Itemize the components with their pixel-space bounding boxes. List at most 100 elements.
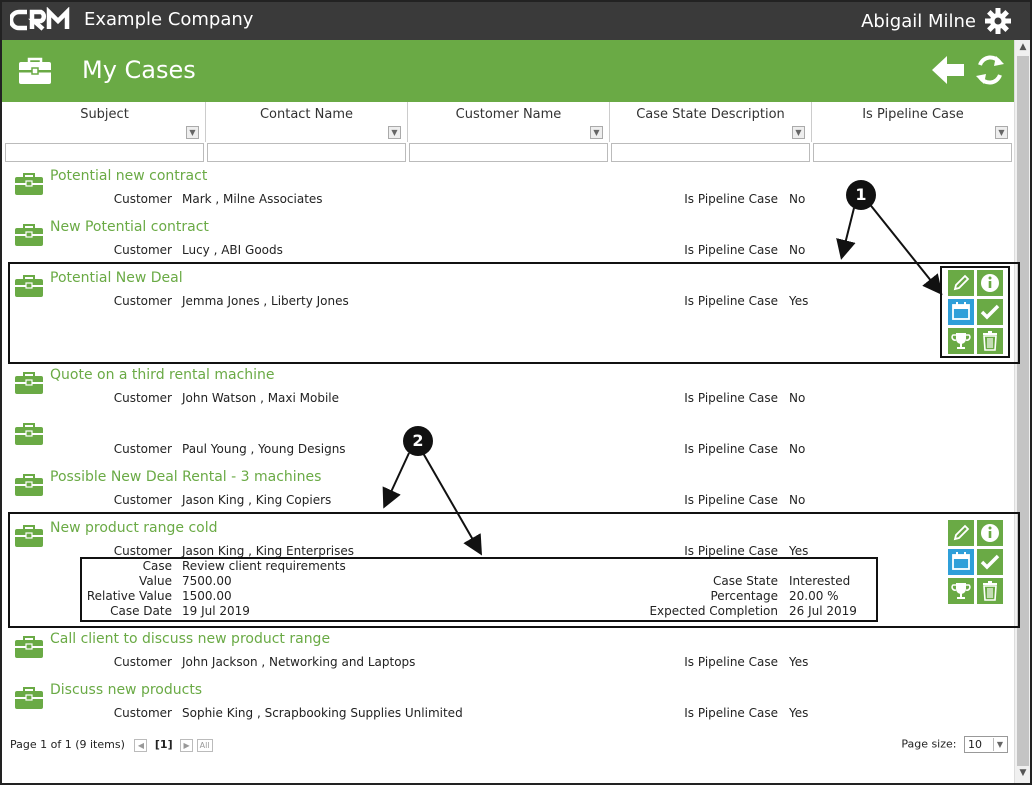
column-label: Contact Name [259, 107, 354, 122]
filter-dropdown-icon[interactable]: ▼ [590, 126, 603, 139]
customer-label: Customer [113, 493, 172, 507]
pipeline-label: Is Pipeline Case [684, 391, 778, 405]
case-row[interactable]: Customer Paul Young , Young Designs Is P… [10, 415, 1010, 465]
subject-filter-input[interactable] [5, 143, 204, 162]
customer-label: Customer [113, 706, 172, 720]
crm-logo [10, 7, 70, 31]
case-subject[interactable]: Quote on a third rental machine [50, 367, 275, 383]
pipeline-label: Is Pipeline Case [684, 192, 778, 206]
customer-label: Customer [113, 391, 172, 405]
pipeline-filter-input[interactable] [813, 143, 1012, 162]
info-icon[interactable] [977, 270, 1003, 296]
case-subject[interactable]: Call client to discuss new product range [50, 631, 330, 647]
page-header: My Cases [2, 40, 1014, 102]
case-state-filter-input[interactable] [611, 143, 810, 162]
customer-filter-input[interactable] [409, 143, 608, 162]
pipeline-value: No [789, 493, 806, 507]
customer-value: Lucy , ABI Goods [182, 243, 283, 257]
customer-label: Customer [113, 655, 172, 669]
pipeline-value: Yes [789, 655, 809, 669]
briefcase-icon [15, 173, 43, 195]
customer-value: Mark , Milne Associates [182, 192, 323, 206]
user-name[interactable]: Abigail Milne [861, 11, 976, 32]
briefcase-icon [19, 57, 51, 84]
column-contact-name[interactable]: Contact Name ▼ [206, 102, 408, 142]
contact-filter-input[interactable] [207, 143, 406, 162]
briefcase-icon [15, 687, 43, 709]
pipeline-value: No [789, 243, 806, 257]
page-size-control: Page size: 10 ▼ [901, 736, 1008, 753]
customer-value: Sophie King , Scrapbooking Supplies Unli… [182, 706, 463, 720]
trophy-icon[interactable] [948, 578, 974, 604]
row-actions [948, 270, 1006, 356]
edit-icon[interactable] [948, 520, 974, 546]
calendar-icon[interactable] [948, 549, 974, 575]
case-row[interactable]: Quote on a third rental machine Customer… [10, 364, 1010, 414]
pipeline-value: No [789, 442, 806, 456]
pipeline-label: Is Pipeline Case [684, 493, 778, 507]
highlight-box-row [8, 262, 1020, 364]
filter-dropdown-icon[interactable]: ▼ [792, 126, 805, 139]
customer-label: Customer [113, 192, 172, 206]
column-label: Case State Description [636, 107, 785, 122]
trophy-icon[interactable] [948, 328, 974, 354]
page-size-label: Page size: [901, 737, 957, 751]
filter-dropdown-icon[interactable]: ▼ [186, 126, 199, 139]
case-subject[interactable]: Possible New Deal Rental - 3 machines [50, 469, 321, 485]
refresh-icon[interactable] [974, 53, 1006, 87]
edit-icon[interactable] [948, 270, 974, 296]
check-icon[interactable] [977, 549, 1003, 575]
chevron-down-icon[interactable]: ▼ [993, 738, 1006, 751]
app-window: Example Company Abigail Milne My Cases ▲… [0, 0, 1032, 785]
company-name: Example Company [84, 9, 254, 30]
row-actions [948, 520, 1006, 606]
scroll-up-icon[interactable]: ▲ [1018, 42, 1028, 52]
column-customer-name[interactable]: Customer Name ▼ [408, 102, 610, 142]
case-row[interactable]: Possible New Deal Rental - 3 machines Cu… [10, 466, 1010, 516]
trash-icon[interactable] [977, 578, 1003, 604]
case-subject[interactable]: New Potential contract [50, 219, 209, 235]
page-title: My Cases [82, 56, 196, 84]
column-label: Is Pipeline Case [862, 107, 964, 122]
scroll-down-icon[interactable]: ▼ [1018, 768, 1028, 778]
back-arrow-icon[interactable] [930, 53, 966, 87]
page-size-select[interactable]: 10 ▼ [964, 736, 1008, 753]
page-size-value: 10 [968, 738, 982, 751]
grid-header: Subject ▼ Contact Name ▼ Customer Name ▼… [4, 102, 1014, 142]
callout-marker: 2 [403, 426, 433, 456]
pipeline-value: No [789, 192, 806, 206]
filter-row [4, 142, 1014, 164]
filter-dropdown-icon[interactable]: ▼ [388, 126, 401, 139]
gear-icon[interactable] [984, 7, 1012, 35]
calendar-icon[interactable] [948, 299, 974, 325]
customer-value: Paul Young , Young Designs [182, 442, 346, 456]
column-label: Subject [80, 107, 129, 122]
check-icon[interactable] [977, 299, 1003, 325]
vertical-scrollbar[interactable]: ▲ ▼ [1014, 40, 1030, 783]
column-is-pipeline-case[interactable]: Is Pipeline Case ▼ [812, 102, 1014, 142]
info-icon[interactable] [977, 520, 1003, 546]
case-subject[interactable]: Discuss new products [50, 682, 202, 698]
pipeline-value: No [789, 391, 806, 405]
all-pages-button[interactable]: All [196, 738, 213, 752]
case-row[interactable]: Call client to discuss new product range… [10, 628, 1010, 678]
case-subject[interactable]: Potential new contract [50, 168, 207, 184]
column-subject[interactable]: Subject ▼ [4, 102, 206, 142]
customer-label: Customer [113, 442, 172, 456]
customer-value: Jason King , King Copiers [182, 493, 332, 507]
pipeline-label: Is Pipeline Case [684, 243, 778, 257]
customer-value: John Jackson , Networking and Laptops [182, 655, 416, 669]
top-bar: Example Company Abigail Milne [2, 2, 1030, 40]
trash-icon[interactable] [977, 328, 1003, 354]
filter-dropdown-icon[interactable]: ▼ [995, 126, 1008, 139]
prev-page-icon[interactable]: ◀ [134, 738, 148, 752]
column-label: Customer Name [455, 107, 562, 122]
case-row[interactable]: Discuss new products Customer Sophie Kin… [10, 679, 1010, 729]
column-case-state-description[interactable]: Case State Description ▼ [610, 102, 812, 142]
case-row[interactable]: New Potential contract Customer Lucy , A… [10, 216, 1010, 266]
callout-marker: 1 [846, 180, 876, 210]
current-page[interactable]: [1] [155, 738, 173, 751]
pager-info: Page 1 of 1 (9 items) [10, 738, 125, 751]
next-page-icon[interactable]: ▶ [180, 738, 194, 752]
scroll-thumb[interactable] [1017, 56, 1029, 766]
